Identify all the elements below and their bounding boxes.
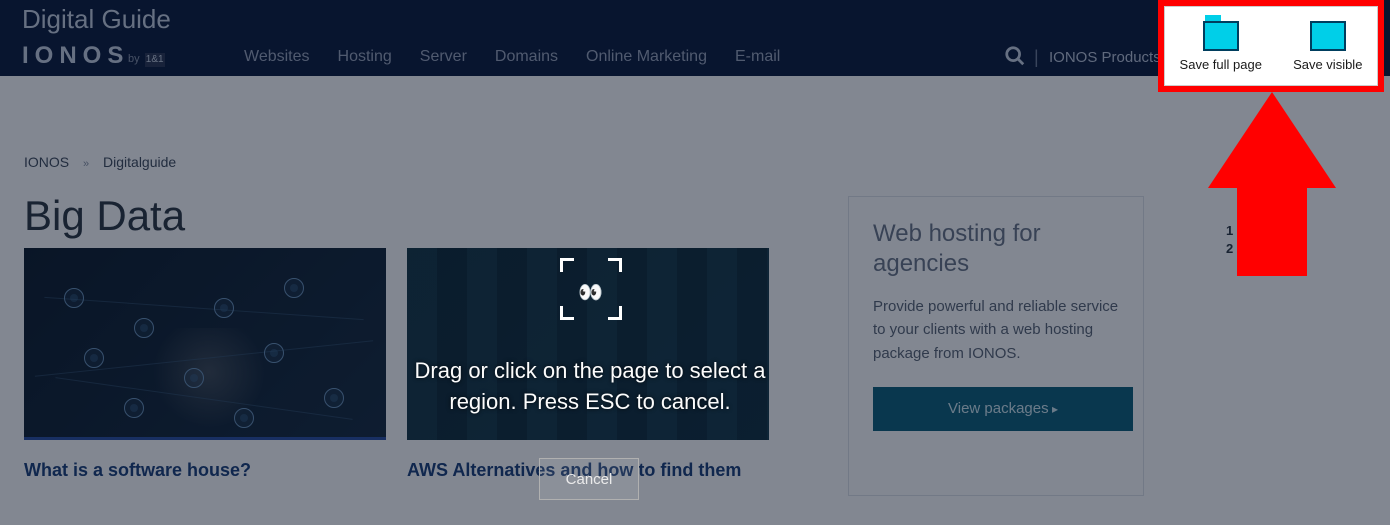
full-page-icon	[1203, 21, 1239, 51]
cancel-button[interactable]: Cancel	[539, 458, 639, 500]
save-full-page-button[interactable]: Save full page	[1180, 21, 1262, 72]
annotation-arrow-icon	[1208, 92, 1336, 276]
visible-page-icon	[1310, 21, 1346, 51]
screenshot-face-icon: 👀	[560, 258, 622, 320]
screenshot-instruction: Drag or click on the page to select a re…	[390, 356, 790, 418]
save-visible-button[interactable]: Save visible	[1293, 21, 1362, 72]
screenshot-extension-popup: Save full page Save visible	[1158, 0, 1384, 92]
